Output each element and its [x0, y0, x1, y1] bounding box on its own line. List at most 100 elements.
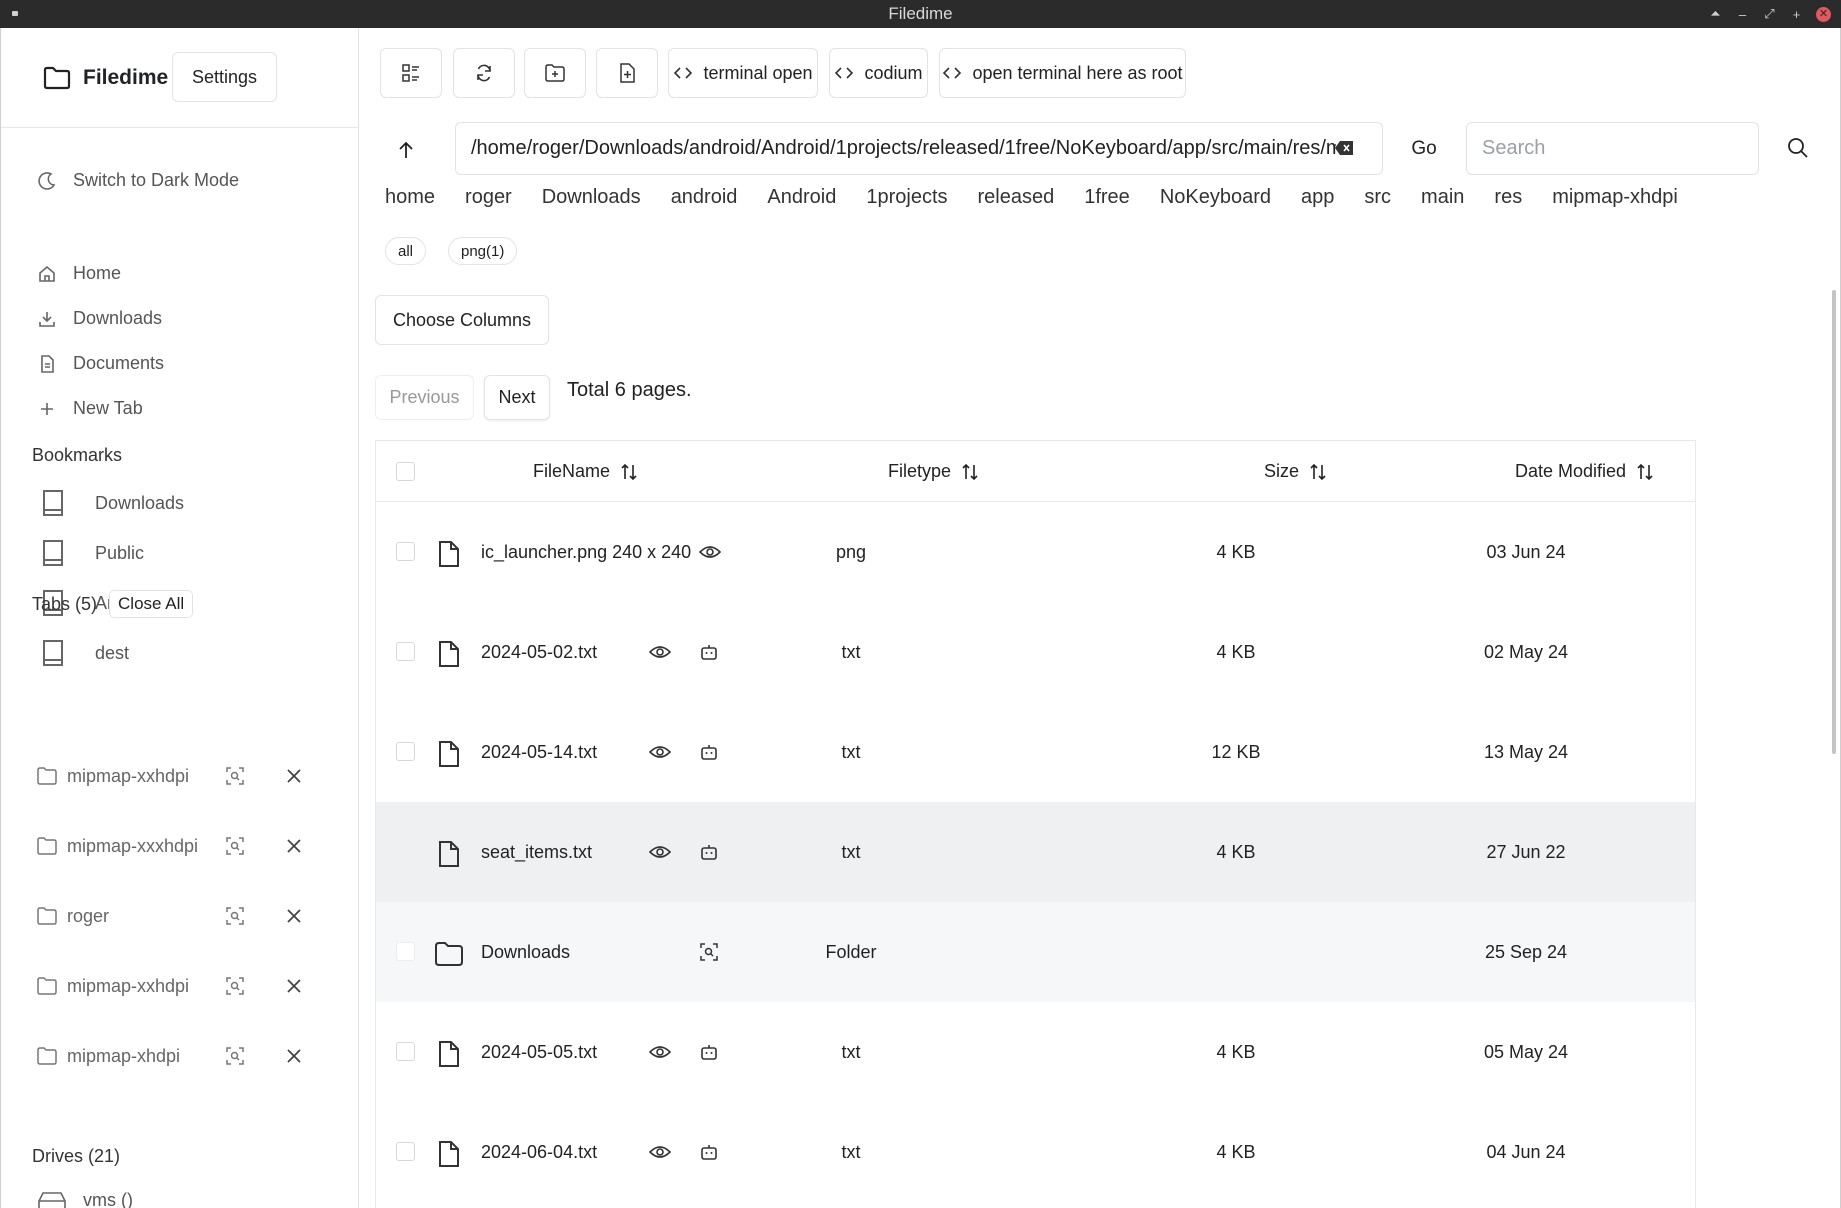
scan-icon[interactable] [699, 942, 719, 962]
parent-directory-button[interactable] [388, 132, 424, 168]
close-icon[interactable] [285, 837, 303, 855]
row-checkbox[interactable] [396, 642, 415, 661]
close-icon[interactable] [285, 767, 303, 785]
bookmark-dest[interactable]: dest [41, 638, 129, 668]
scan-icon[interactable] [225, 1046, 245, 1066]
row-checkbox[interactable] [396, 542, 415, 561]
eye-icon[interactable] [649, 1043, 671, 1061]
search-icon[interactable] [1786, 136, 1810, 160]
view-toggle-button[interactable] [380, 48, 442, 98]
terminal-open-button[interactable]: terminal open [668, 48, 818, 98]
tab-item[interactable]: mipmap-xxhdpi [37, 971, 317, 1001]
table-row[interactable]: 2024-06-04.txt txt 4 KB 04 Jun 24 [376, 1102, 1695, 1202]
row-checkbox[interactable] [396, 1042, 415, 1061]
column-size[interactable]: Size [1264, 461, 1327, 482]
eye-icon[interactable] [649, 643, 671, 661]
sort-icon [962, 463, 978, 480]
eye-icon[interactable] [699, 543, 721, 561]
dark-mode-toggle[interactable]: Switch to Dark Mode [37, 170, 239, 191]
sidebar-item-downloads[interactable]: Downloads [37, 308, 162, 329]
row-checkbox[interactable] [396, 1142, 415, 1161]
close-icon[interactable] [285, 977, 303, 995]
filter-chip-png[interactable]: png(1) [448, 237, 518, 265]
robot-icon[interactable] [699, 1143, 719, 1161]
codium-button[interactable]: codium [829, 48, 928, 98]
robot-icon[interactable] [699, 743, 719, 761]
close-icon[interactable] [285, 1047, 303, 1065]
breadcrumb-item[interactable]: Downloads [542, 186, 641, 209]
table-row[interactable]: 2024-05-14.txt txt 12 KB 13 May 24 [376, 702, 1695, 802]
restore-icon[interactable]: ⤢ [1756, 6, 1783, 22]
scan-icon[interactable] [225, 836, 245, 856]
table-row[interactable]: 2024-05-02.txt txt 4 KB 02 May 24 [376, 602, 1695, 702]
sidebar-item-home[interactable]: Home [37, 263, 121, 284]
table-row[interactable]: ic_launcher.png 240 x 240 png 4 KB 03 Ju… [376, 502, 1695, 602]
row-checkbox[interactable] [396, 942, 415, 961]
previous-page-button[interactable]: Previous [375, 375, 474, 420]
root-terminal-button[interactable]: open terminal here as root [939, 48, 1186, 98]
tab-item[interactable]: mipmap-xhdpi [37, 1041, 317, 1071]
tab-item[interactable]: mipmap-xxxhdpi [37, 831, 317, 861]
eye-icon[interactable] [649, 743, 671, 761]
column-filename[interactable]: FileName [533, 461, 638, 482]
drive-item[interactable]: vms () [37, 1190, 133, 1208]
choose-columns-button[interactable]: Choose Columns [375, 295, 549, 345]
tab-item[interactable]: mipmap-xxhdpi [37, 761, 317, 791]
sidebar-item-documents[interactable]: Documents [37, 353, 164, 374]
scan-icon[interactable] [225, 766, 245, 786]
sidebar-item-new-tab[interactable]: New Tab [37, 398, 143, 419]
robot-icon[interactable] [699, 843, 719, 861]
table-row[interactable]: Downloads Folder 25 Sep 24 [376, 902, 1695, 1002]
new-folder-button[interactable] [524, 48, 586, 98]
breadcrumb-item[interactable]: roger [465, 186, 512, 209]
new-file-button[interactable] [596, 48, 658, 98]
breadcrumb-item[interactable]: released [978, 186, 1055, 209]
bookmark-public[interactable]: Public [41, 538, 144, 568]
breadcrumb-item[interactable]: 1free [1084, 186, 1130, 209]
select-all-checkbox[interactable] [396, 462, 415, 481]
row-checkbox[interactable] [396, 742, 415, 761]
window-close-icon[interactable]: ✕ [1816, 6, 1831, 22]
settings-button[interactable]: Settings [172, 52, 277, 102]
app-menu-icon[interactable] [12, 11, 18, 16]
table-row[interactable]: 2024-05-05.txt txt 4 KB 05 May 24 [376, 1002, 1695, 1102]
scan-icon[interactable] [225, 976, 245, 996]
breadcrumb-item[interactable]: mipmap-xhdpi [1552, 186, 1678, 209]
filter-chip-all[interactable]: all [385, 237, 427, 265]
path-input[interactable]: /home/roger/Downloads/android/Android/1p… [455, 122, 1383, 175]
next-page-button[interactable]: Next [484, 375, 550, 420]
breadcrumb-item[interactable]: main [1421, 186, 1464, 209]
tab-item[interactable]: roger [37, 901, 317, 931]
breadcrumb-item[interactable]: 1projects [866, 186, 947, 209]
column-filetype[interactable]: Filetype [888, 461, 979, 482]
go-button[interactable]: Go [1405, 130, 1443, 168]
maximize-icon[interactable]: + [1783, 7, 1810, 22]
breadcrumb-item[interactable]: Android [767, 186, 836, 209]
search-input[interactable] [1466, 122, 1759, 175]
minimize-icon[interactable]: – [1729, 7, 1756, 22]
vertical-scrollbar[interactable] [1832, 290, 1836, 754]
close-icon[interactable] [285, 907, 303, 925]
breadcrumb-item[interactable]: android [671, 186, 738, 209]
robot-icon[interactable] [699, 643, 719, 661]
eye-icon[interactable] [649, 1143, 671, 1161]
scan-icon[interactable] [225, 906, 245, 926]
breadcrumb-item[interactable]: home [385, 186, 435, 209]
refresh-button[interactable] [453, 48, 515, 98]
sort-icon [621, 463, 637, 480]
sidebar: Filedime Settings Switch to Dark Mode Ho… [1, 28, 359, 1208]
bookmark-downloads[interactable]: Downloads [41, 488, 184, 518]
close-all-tabs-button[interactable]: Close All [109, 590, 194, 618]
keep-above-icon[interactable]: ⏶ [1702, 6, 1729, 22]
breadcrumb-item[interactable]: app [1301, 186, 1334, 209]
eye-icon[interactable] [649, 843, 671, 861]
breadcrumb-item[interactable]: res [1494, 186, 1522, 209]
table-row[interactable]: seat_items.txt txt 4 KB 27 Jun 22 [376, 802, 1695, 902]
breadcrumb-item[interactable]: NoKeyboard [1160, 186, 1271, 209]
robot-icon[interactable] [699, 1043, 719, 1061]
column-date-modified[interactable]: Date Modified [1515, 461, 1654, 482]
file-name: 2024-05-02.txt [481, 642, 598, 662]
breadcrumb-item[interactable]: src [1364, 186, 1391, 209]
code-icon [674, 67, 693, 79]
clear-input-icon[interactable] [1334, 140, 1354, 156]
